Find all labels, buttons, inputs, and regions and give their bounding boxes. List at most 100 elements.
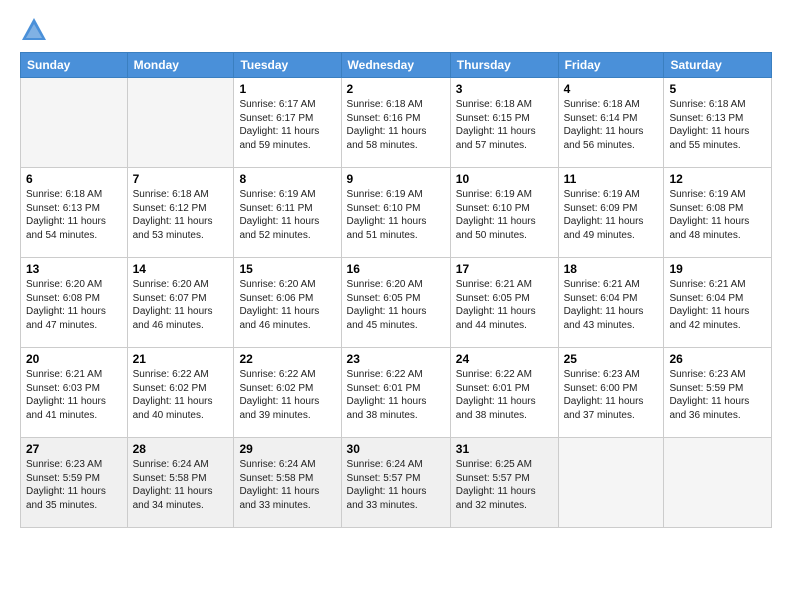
table-row: 30Sunrise: 6:24 AM Sunset: 5:57 PM Dayli…: [341, 438, 450, 528]
day-content: Sunrise: 6:18 AM Sunset: 6:15 PM Dayligh…: [456, 98, 553, 152]
day-number: 11: [564, 172, 659, 186]
day-content: Sunrise: 6:19 AM Sunset: 6:10 PM Dayligh…: [456, 188, 553, 242]
table-row: 14 Sunrise: 6:20 AM Sunset: 6:07 PM Dayli…: [127, 258, 234, 348]
day-content: Sunrise: 6:19 AM Sunset: 6:11 PM Dayligh…: [239, 188, 335, 242]
table-row: 15 Sunrise: 6:20 AM Sunset: 6:06 PM Dayli…: [234, 258, 341, 348]
table-row: 23 Sunrise: 6:22 AM Sunset: 6:01 PM Dayli…: [341, 348, 450, 438]
table-row: [127, 78, 234, 168]
table-row: 31 Sunrise: 6:25 AM Sunset: 5:57 PM Dayli…: [450, 438, 558, 528]
day-number: 5: [669, 82, 766, 96]
table-row: [21, 78, 128, 168]
day-number: 14: [133, 262, 229, 276]
page: Sunday Monday Tuesday Wednesday Thursday…: [0, 0, 792, 612]
day-number: 2: [347, 82, 445, 96]
day-number: 16: [347, 262, 445, 276]
col-tuesday: Tuesday: [234, 53, 341, 78]
day-number: 6: [26, 172, 122, 186]
day-content: Sunrise: 6:24 AM Sunset: 5:58 PM Dayligh…: [239, 458, 335, 512]
day-number: 12: [669, 172, 766, 186]
day-content: Sunrise: 6:18 AM Sunset: 6:16 PM Dayligh…: [347, 98, 445, 152]
day-number: 25: [564, 352, 659, 366]
header: [20, 16, 772, 44]
col-monday: Monday: [127, 53, 234, 78]
day-content: Sunrise: 6:22 AM Sunset: 6:01 PM Dayligh…: [456, 368, 553, 422]
day-number: 29: [239, 442, 335, 456]
calendar-table: Sunday Monday Tuesday Wednesday Thursday…: [20, 52, 772, 528]
calendar-week-row: 20 Sunrise: 6:21 AM Sunset: 6:03 PM Dayli…: [21, 348, 772, 438]
day-content: Sunrise: 6:25 AM Sunset: 5:57 PM Dayligh…: [456, 458, 553, 512]
table-row: 6 Sunrise: 6:18 AM Sunset: 6:13 PM Daylig…: [21, 168, 128, 258]
table-row: 11 Sunrise: 6:19 AM Sunset: 6:09 PM Dayli…: [558, 168, 664, 258]
table-row: 25 Sunrise: 6:23 AM Sunset: 6:00 PM Dayli…: [558, 348, 664, 438]
calendar-week-row: 6 Sunrise: 6:18 AM Sunset: 6:13 PM Daylig…: [21, 168, 772, 258]
day-number: 7: [133, 172, 229, 186]
day-content: Sunrise: 6:22 AM Sunset: 6:02 PM Dayligh…: [133, 368, 229, 422]
table-row: 26 Sunrise: 6:23 AM Sunset: 5:59 PM Dayli…: [664, 348, 772, 438]
day-number: 4: [564, 82, 659, 96]
day-number: 24: [456, 352, 553, 366]
day-content: Sunrise: 6:24 AM Sunset: 5:58 PM Dayligh…: [133, 458, 229, 512]
table-row: 5 Sunrise: 6:18 AM Sunset: 6:13 PM Daylig…: [664, 78, 772, 168]
day-number: 26: [669, 352, 766, 366]
day-content: Sunrise: 6:20 AM Sunset: 6:08 PM Dayligh…: [26, 278, 122, 332]
day-content: Sunrise: 6:19 AM Sunset: 6:09 PM Dayligh…: [564, 188, 659, 242]
day-number: 19: [669, 262, 766, 276]
table-row: 18 Sunrise: 6:21 AM Sunset: 6:04 PM Dayli…: [558, 258, 664, 348]
day-content: Sunrise: 6:20 AM Sunset: 6:06 PM Dayligh…: [239, 278, 335, 332]
day-number: 23: [347, 352, 445, 366]
day-content: Sunrise: 6:23 AM Sunset: 5:59 PM Dayligh…: [669, 368, 766, 422]
day-content: Sunrise: 6:17 AM Sunset: 6:17 PM Dayligh…: [239, 98, 335, 152]
day-number: 21: [133, 352, 229, 366]
table-row: 4 Sunrise: 6:18 AM Sunset: 6:14 PM Daylig…: [558, 78, 664, 168]
day-number: 28: [133, 442, 229, 456]
table-row: 9Sunrise: 6:19 AM Sunset: 6:10 PM Daylig…: [341, 168, 450, 258]
table-row: 12 Sunrise: 6:19 AM Sunset: 6:08 PM Dayli…: [664, 168, 772, 258]
day-number: 20: [26, 352, 122, 366]
day-content: Sunrise: 6:22 AM Sunset: 6:01 PM Dayligh…: [347, 368, 445, 422]
calendar-header-row: Sunday Monday Tuesday Wednesday Thursday…: [21, 53, 772, 78]
table-row: 20 Sunrise: 6:21 AM Sunset: 6:03 PM Dayli…: [21, 348, 128, 438]
day-number: 3: [456, 82, 553, 96]
table-row: 17Sunrise: 6:21 AM Sunset: 6:05 PM Dayli…: [450, 258, 558, 348]
table-row: 29 Sunrise: 6:24 AM Sunset: 5:58 PM Dayli…: [234, 438, 341, 528]
day-content: Sunrise: 6:18 AM Sunset: 6:14 PM Dayligh…: [564, 98, 659, 152]
day-number: 31: [456, 442, 553, 456]
day-content: Sunrise: 6:20 AM Sunset: 6:07 PM Dayligh…: [133, 278, 229, 332]
day-number: 18: [564, 262, 659, 276]
table-row: 22Sunrise: 6:22 AM Sunset: 6:02 PM Dayli…: [234, 348, 341, 438]
day-number: 8: [239, 172, 335, 186]
table-row: 10 Sunrise: 6:19 AM Sunset: 6:10 PM Dayli…: [450, 168, 558, 258]
col-thursday: Thursday: [450, 53, 558, 78]
table-row: 16 Sunrise: 6:20 AM Sunset: 6:05 PM Dayli…: [341, 258, 450, 348]
day-content: Sunrise: 6:18 AM Sunset: 6:13 PM Dayligh…: [669, 98, 766, 152]
table-row: 7 Sunrise: 6:18 AM Sunset: 6:12 PM Daylig…: [127, 168, 234, 258]
day-number: 27: [26, 442, 122, 456]
table-row: 13 Sunrise: 6:20 AM Sunset: 6:08 PM Dayli…: [21, 258, 128, 348]
day-content: Sunrise: 6:18 AM Sunset: 6:12 PM Dayligh…: [133, 188, 229, 242]
day-number: 13: [26, 262, 122, 276]
day-content: Sunrise: 6:21 AM Sunset: 6:03 PM Dayligh…: [26, 368, 122, 422]
table-row: 2 Sunrise: 6:18 AM Sunset: 6:16 PM Daylig…: [341, 78, 450, 168]
table-row: 19 Sunrise: 6:21 AM Sunset: 6:04 PM Dayli…: [664, 258, 772, 348]
day-number: 15: [239, 262, 335, 276]
day-number: 17: [456, 262, 553, 276]
table-row: 3 Sunrise: 6:18 AM Sunset: 6:15 PM Daylig…: [450, 78, 558, 168]
table-row: 24 Sunrise: 6:22 AM Sunset: 6:01 PM Dayli…: [450, 348, 558, 438]
day-content: Sunrise: 6:23 AM Sunset: 6:00 PM Dayligh…: [564, 368, 659, 422]
day-content: Sunrise: 6:20 AM Sunset: 6:05 PM Dayligh…: [347, 278, 445, 332]
logo-icon: [20, 16, 48, 44]
calendar-week-row: 13 Sunrise: 6:20 AM Sunset: 6:08 PM Dayli…: [21, 258, 772, 348]
day-content: Sunrise: 6:21 AM Sunset: 6:04 PM Dayligh…: [669, 278, 766, 332]
day-number: 22: [239, 352, 335, 366]
col-sunday: Sunday: [21, 53, 128, 78]
table-row: 27 Sunrise: 6:23 AM Sunset: 5:59 PM Dayli…: [21, 438, 128, 528]
table-row: 21 Sunrise: 6:22 AM Sunset: 6:02 PM Dayli…: [127, 348, 234, 438]
day-number: 10: [456, 172, 553, 186]
day-content: Sunrise: 6:23 AM Sunset: 5:59 PM Dayligh…: [26, 458, 122, 512]
day-content: Sunrise: 6:19 AM Sunset: 6:08 PM Dayligh…: [669, 188, 766, 242]
day-content: Sunrise: 6:21 AM Sunset: 6:04 PM Dayligh…: [564, 278, 659, 332]
calendar-week-row: 1Sunrise: 6:17 AM Sunset: 6:17 PM Daylig…: [21, 78, 772, 168]
day-content: Sunrise: 6:18 AM Sunset: 6:13 PM Dayligh…: [26, 188, 122, 242]
table-row: [558, 438, 664, 528]
table-row: 28 Sunrise: 6:24 AM Sunset: 5:58 PM Dayli…: [127, 438, 234, 528]
